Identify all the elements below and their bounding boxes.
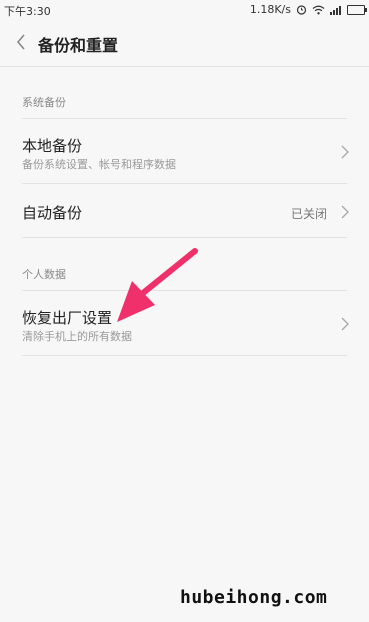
divider <box>22 237 347 238</box>
back-button[interactable] <box>10 31 32 53</box>
alarm-icon <box>296 5 307 15</box>
arrow-shaft <box>140 248 198 296</box>
item-title: 本地备份 <box>22 137 83 155</box>
item-subtitle: 清除手机上的所有数据 <box>22 330 132 343</box>
list-item-factory-reset[interactable]: 恢复出厂设置 清除手机上的所有数据 <box>0 291 369 355</box>
chevron-left-icon <box>16 34 25 50</box>
network-speed: 1.18K/s <box>249 3 291 16</box>
watermark-text: hubeihong.com <box>180 587 328 608</box>
page-title: 备份和重置 <box>38 36 119 55</box>
list-item-local-backup[interactable]: 本地备份 备份系统设置、帐号和程序数据 <box>0 119 369 183</box>
chevron-right-icon <box>341 205 349 219</box>
signal-icon <box>330 5 341 15</box>
section-label-personal-data: 个人数据 <box>22 268 66 281</box>
wifi-icon <box>312 5 325 14</box>
divider <box>22 355 347 356</box>
item-subtitle: 备份系统设置、帐号和程序数据 <box>22 158 176 171</box>
section-label-system-backup: 系统备份 <box>22 96 66 109</box>
chevron-right-icon <box>341 145 349 159</box>
status-icons: 1.18K/s <box>249 3 367 16</box>
item-title: 自动备份 <box>22 204 83 222</box>
item-value: 已关闭 <box>290 207 327 221</box>
status-time: 下午3:30 <box>4 5 51 18</box>
status-bar: 下午3:30 1.18K/s <box>0 0 369 20</box>
title-bar: 备份和重置 <box>0 20 369 67</box>
battery-icon <box>347 4 367 15</box>
item-title: 恢复出厂设置 <box>22 309 113 327</box>
chevron-right-icon <box>341 317 349 331</box>
list-item-auto-backup[interactable]: 自动备份 已关闭 <box>0 184 369 238</box>
